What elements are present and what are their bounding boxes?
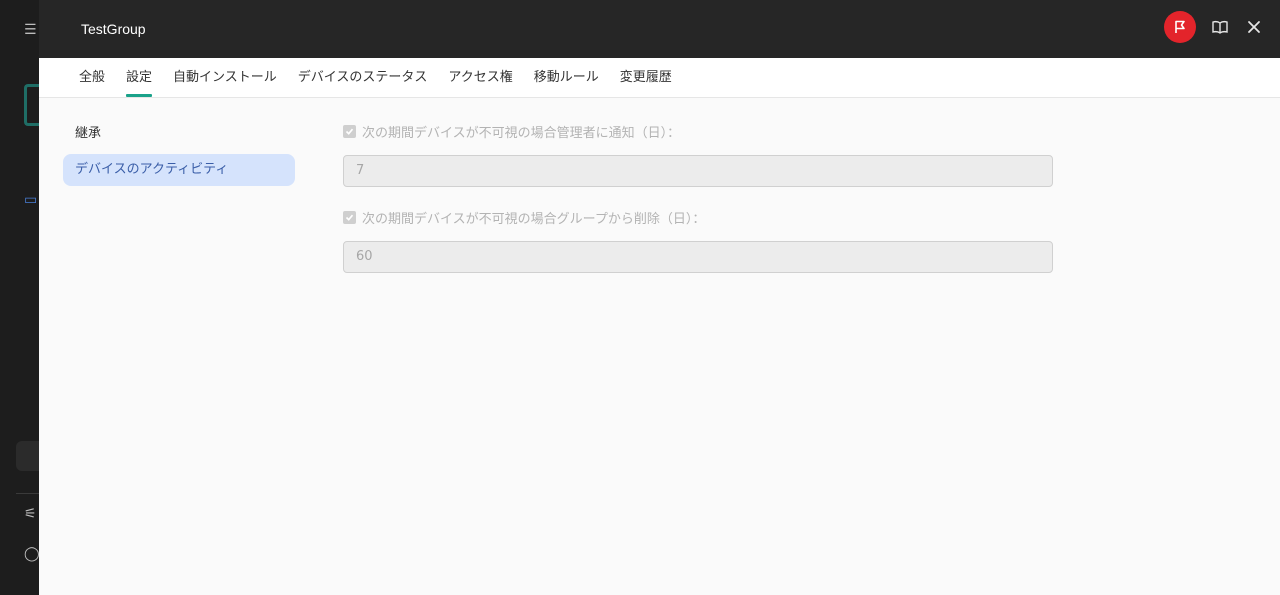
tab-auto-install[interactable]: 自動インストール [173,58,277,97]
remove-checkbox[interactable] [343,210,356,224]
settings-content: 継承 デバイスのアクティビティ 次の期間デバイスが不可視の場合管理者に通知（日）… [39,98,1280,594]
tab-general[interactable]: 全般 [79,58,105,97]
settings-section-nav: 継承 デバイスのアクティビティ [63,118,295,190]
tab-change-history[interactable]: 変更履歴 [620,58,672,97]
close-button[interactable] [1244,17,1264,37]
panel-title: TestGroup [81,21,146,37]
nav-item-device-activity[interactable]: デバイスのアクティビティ [63,154,295,186]
background-divider [16,493,39,494]
user-icon: ◯ [24,546,40,562]
notify-checkbox[interactable] [343,124,356,138]
remove-checkbox-row: 次の期間デバイスが不可視の場合グループから削除（日）： [343,204,1053,230]
monitor-icon: ▭ [24,192,38,208]
remove-days-input[interactable]: 60 [343,241,1053,273]
checkmark-icon [345,128,354,135]
tab-bar: 全般 設定 自動インストール デバイスのステータス アクセス権 移動ルール 変更… [39,58,1280,98]
help-book-button[interactable] [1210,17,1230,37]
sliders-icon: ⚟ [24,506,37,522]
group-properties-panel: TestGroup 全般 設定 自動インストール デバイスのステータス アクセス… [39,0,1280,595]
menu-icon: ☰ [24,22,37,38]
checkmark-icon [345,214,354,221]
tab-settings[interactable]: 設定 [126,58,153,97]
notify-label: 次の期間デバイスが不可視の場合管理者に通知（日）： [362,125,681,141]
flag-button[interactable] [1164,11,1196,43]
header-actions [1164,11,1264,43]
notify-days-input[interactable]: 7 [343,155,1053,187]
background-app-sidebar: ☰ ▭ ⚟ ◯ [0,0,54,595]
tab-access-rights[interactable]: アクセス権 [448,58,512,97]
remove-label: 次の期間デバイスが不可視の場合グループから削除（日）： [362,211,706,227]
notify-checkbox-row: 次の期間デバイスが不可視の場合管理者に通知（日）： [343,118,1053,144]
nav-item-inheritance[interactable]: 継承 [63,118,295,150]
flag-icon [1175,20,1185,33]
tab-move-rules[interactable]: 移動ルール [534,58,599,97]
panel-header: TestGroup [39,0,1280,58]
device-activity-form: 次の期間デバイスが不可視の場合管理者に通知（日）： 7 次の期間デバイスが不可視… [343,118,1053,290]
tab-device-status[interactable]: デバイスのステータス [298,58,428,97]
book-icon [1212,21,1228,34]
close-icon [1248,21,1260,33]
